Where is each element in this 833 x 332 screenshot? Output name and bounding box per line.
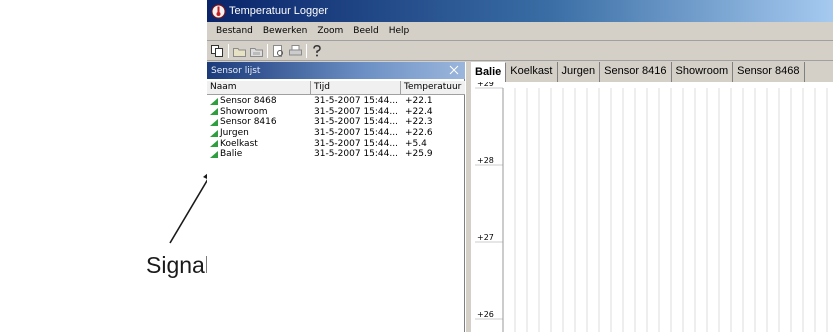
close-icon[interactable]: [447, 63, 461, 77]
sensor-list-header: Sensor lijst: [207, 62, 465, 79]
help-icon[interactable]: [310, 44, 324, 58]
signal-strength-icon: [210, 118, 218, 126]
toolbar-separator: [306, 43, 307, 58]
sensor-temperature: +22.6: [405, 128, 433, 139]
sensor-name: Showroom: [220, 106, 268, 117]
toolbar-separator: [228, 43, 229, 58]
column-header-tijd[interactable]: Tijd: [311, 81, 401, 94]
thermometer-app-icon: [211, 4, 226, 19]
menu-bestand[interactable]: Bestand: [211, 26, 258, 36]
menu-beeld[interactable]: Beeld: [348, 26, 383, 36]
copy-icon[interactable]: [210, 44, 224, 58]
sensor-time: 31-5-2007 15:44...: [314, 138, 398, 149]
signal-strength-icon: [210, 129, 218, 137]
tab-showroom[interactable]: Showroom: [671, 62, 734, 82]
menu-bar: Bestand Bewerken Zoom Beeld Help: [207, 22, 833, 41]
sensor-temperature: +25.9: [405, 149, 433, 160]
menu-bewerken[interactable]: Bewerken: [258, 26, 312, 36]
sensor-temperature: +5.4: [405, 138, 427, 149]
sensor-temperature: +22.3: [405, 117, 433, 128]
sensor-time: 31-5-2007 15:44...: [314, 96, 398, 107]
sensor-name: Jurgen: [220, 128, 249, 139]
sensor-temperature: +22.4: [405, 106, 433, 117]
y-tick-label: +28: [477, 156, 494, 165]
y-tick-label: +29: [477, 82, 494, 88]
sensor-time: 31-5-2007 15:44...: [314, 106, 398, 117]
table-row[interactable]: Balie 31-5-2007 15:44... +25.9: [207, 149, 465, 160]
title-bar[interactable]: Temperatuur Logger: [207, 0, 833, 22]
tab-sensor-8416[interactable]: Sensor 8416: [600, 62, 672, 82]
sensor-name: Sensor 8416: [220, 117, 277, 128]
sensor-list-title: Sensor lijst: [211, 65, 261, 76]
print-icon[interactable]: [288, 44, 302, 58]
table-row[interactable]: Showroom 31-5-2007 15:44... +22.4: [207, 107, 465, 118]
column-header-naam[interactable]: Naam: [207, 81, 311, 94]
tab-balie[interactable]: Balie: [471, 62, 507, 82]
table-row[interactable]: Sensor 8416 31-5-2007 15:44... +22.3: [207, 117, 465, 128]
tab-koelkast[interactable]: Koelkast: [506, 62, 558, 82]
signal-strength-icon: [210, 150, 218, 158]
tab-jurgen[interactable]: Jurgen: [557, 62, 601, 82]
sensor-time: 31-5-2007 15:44...: [314, 149, 398, 160]
column-header-temperatuur[interactable]: Temperatuur: [401, 81, 465, 94]
sensor-temperature: +22.1: [405, 96, 433, 107]
toolbar: [207, 41, 833, 61]
tab-sensor-8468[interactable]: Sensor 8468: [733, 62, 805, 82]
y-tick-label: +26: [477, 310, 494, 319]
sensor-list-pane: Sensor lijst Naam Tijd Temperatuur Senso…: [207, 62, 465, 332]
signal-strength-icon: [210, 97, 218, 105]
temperature-plot: +29 +28 +27 +26: [475, 82, 828, 332]
signal-strength-icon: [210, 140, 218, 148]
window-title: Temperatuur Logger: [229, 5, 329, 17]
save-icon[interactable]: [249, 44, 263, 58]
sensor-tabs: Balie Koelkast Jurgen Sensor 8416 Showro…: [471, 62, 833, 82]
sensor-time: 31-5-2007 15:44...: [314, 128, 398, 139]
signal-strength-icon: [210, 108, 218, 116]
table-row[interactable]: Koelkast 31-5-2007 15:44... +5.4: [207, 138, 465, 149]
table-row[interactable]: Jurgen 31-5-2007 15:44... +22.6: [207, 128, 465, 139]
y-tick-label: +27: [477, 233, 494, 242]
column-headers: Naam Tijd Temperatuur: [207, 81, 465, 95]
sensor-time: 31-5-2007 15:44...: [314, 117, 398, 128]
menu-help[interactable]: Help: [384, 26, 415, 36]
table-row[interactable]: Sensor 8468 31-5-2007 15:44... +22.1: [207, 96, 465, 107]
sensor-rows: Sensor 8468 31-5-2007 15:44... +22.1 Sho…: [207, 96, 465, 160]
sensor-name: Koelkast: [220, 138, 258, 149]
app-window: Temperatuur Logger Bestand Bewerken Zoom…: [207, 0, 833, 332]
sensor-name: Balie: [220, 149, 243, 160]
print-preview-icon[interactable]: [271, 44, 285, 58]
open-icon[interactable]: [232, 44, 246, 58]
chart-area: Balie Koelkast Jurgen Sensor 8416 Showro…: [471, 62, 833, 332]
sensor-name: Sensor 8468: [220, 96, 277, 107]
menu-zoom[interactable]: Zoom: [312, 26, 348, 36]
toolbar-separator: [267, 43, 268, 58]
